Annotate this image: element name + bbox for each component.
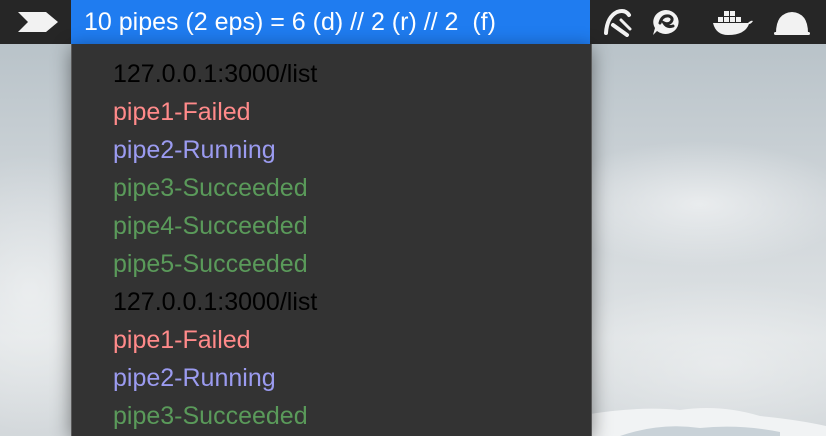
menu-item-pipe[interactable]: pipe2-Running [113,359,276,397]
menu-item-pipe[interactable]: pipe3-Succeeded [113,397,308,435]
brush-app-icon[interactable] [598,0,638,44]
menu-bar: 10 pipes (2 eps) = 6 (d) // 2 (r) // 2 (… [0,0,826,44]
menu-item-pipe[interactable]: pipe5-Succeeded [113,245,308,283]
menu-item-pipe[interactable]: pipe4-Succeeded [113,207,308,245]
menu-item-endpoint[interactable]: 127.0.0.1:3000/list [113,55,317,93]
menu-item-endpoint[interactable]: 127.0.0.1:3000/list [113,283,317,321]
cloud-dome-icon[interactable] [770,0,814,44]
docker-whale-icon[interactable] [709,0,755,44]
pipes-status-menu[interactable]: 10 pipes (2 eps) = 6 (d) // 2 (r) // 2 (… [71,0,590,44]
chat-swirl-icon[interactable] [646,0,686,44]
menu-item-pipe[interactable]: pipe2-Running [113,131,276,169]
send-arrow-icon[interactable] [14,0,64,44]
pipes-dropdown-menu: 127.0.0.1:3000/list pipe1-Failed pipe2-R… [71,44,592,436]
menu-item-pipe[interactable]: pipe3-Succeeded [113,169,308,207]
menu-item-pipe[interactable]: pipe1-Failed [113,93,251,131]
menu-item-pipe[interactable]: pipe1-Failed [113,321,251,359]
